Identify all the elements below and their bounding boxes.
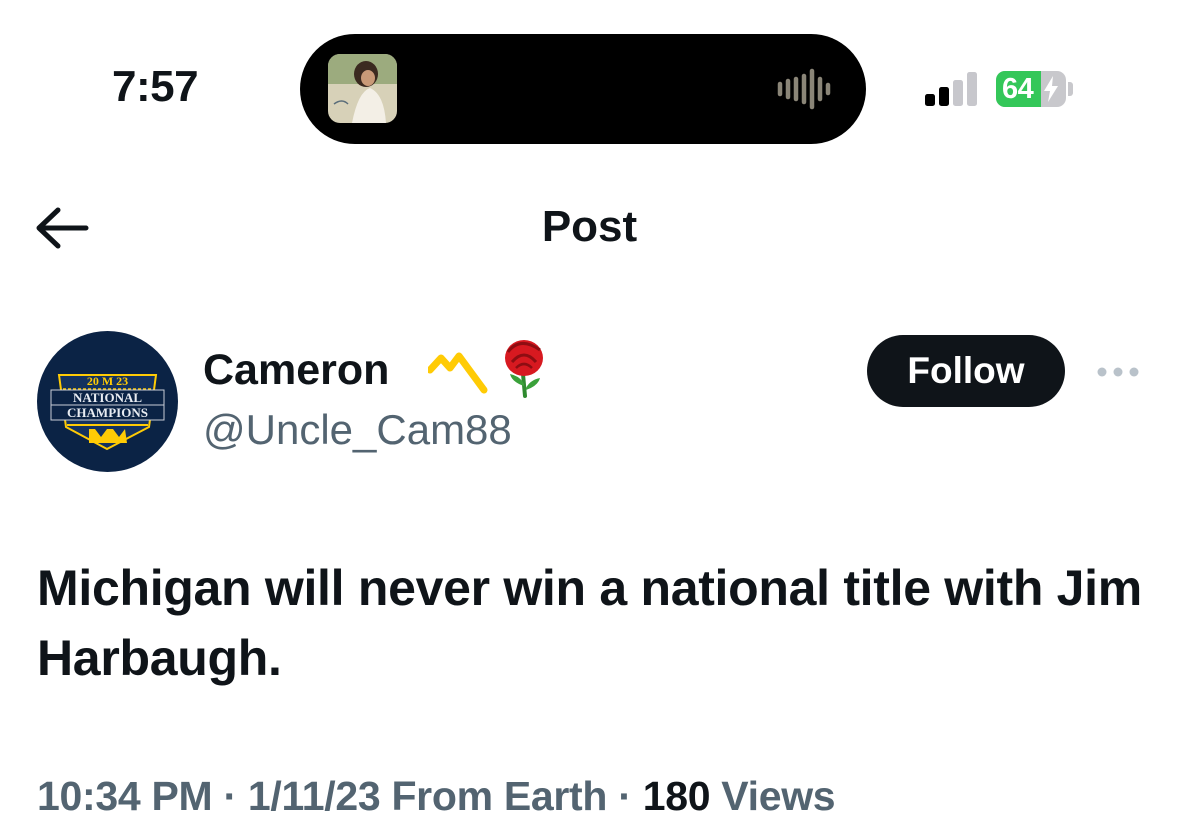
more-options-button[interactable]	[1090, 355, 1146, 389]
avatar-champions-text: CHAMPIONS	[67, 405, 148, 420]
follow-button[interactable]: Follow	[867, 335, 1065, 407]
rose-icon	[505, 340, 543, 398]
avatar-national-text: NATIONAL	[73, 390, 142, 405]
post-time[interactable]: 10:34 PM	[37, 773, 213, 819]
more-horizontal-icon	[1097, 367, 1139, 377]
name-badges	[428, 340, 543, 398]
meta-separator: ·	[618, 773, 632, 819]
avatar-year-text: 20 M 23	[87, 374, 128, 388]
views-count[interactable]: 180	[643, 773, 711, 819]
charging-bolt-icon	[1044, 76, 1058, 102]
post-metadata: 10:34 PM · 1/11/23 From Earth · 180 View…	[37, 773, 836, 820]
views-label[interactable]: Views	[721, 773, 835, 819]
status-time: 7:57	[112, 62, 199, 111]
author-handle[interactable]: @Uncle_Cam88	[203, 406, 512, 454]
battery-cap	[1068, 82, 1073, 96]
battery-percentage: 64	[1002, 73, 1034, 105]
post-date[interactable]: 1/11/23	[248, 773, 381, 819]
dynamic-island[interactable]	[300, 34, 866, 144]
page-title: Post	[541, 202, 638, 251]
author-display-name[interactable]: Cameron	[203, 346, 389, 395]
post-location: From Earth	[391, 773, 608, 819]
battery-indicator: 64	[996, 71, 1066, 107]
avatar[interactable]: 20 M 23 NATIONAL CHAMPIONS	[37, 331, 178, 472]
michigan-m-icon	[428, 352, 488, 394]
audio-waveform-icon	[777, 68, 831, 110]
album-art-thumbnail[interactable]	[328, 54, 397, 123]
cellular-signal-icon	[925, 72, 977, 106]
meta-separator: ·	[223, 773, 237, 819]
post-text: Michigan will never win a national title…	[37, 560, 1142, 686]
